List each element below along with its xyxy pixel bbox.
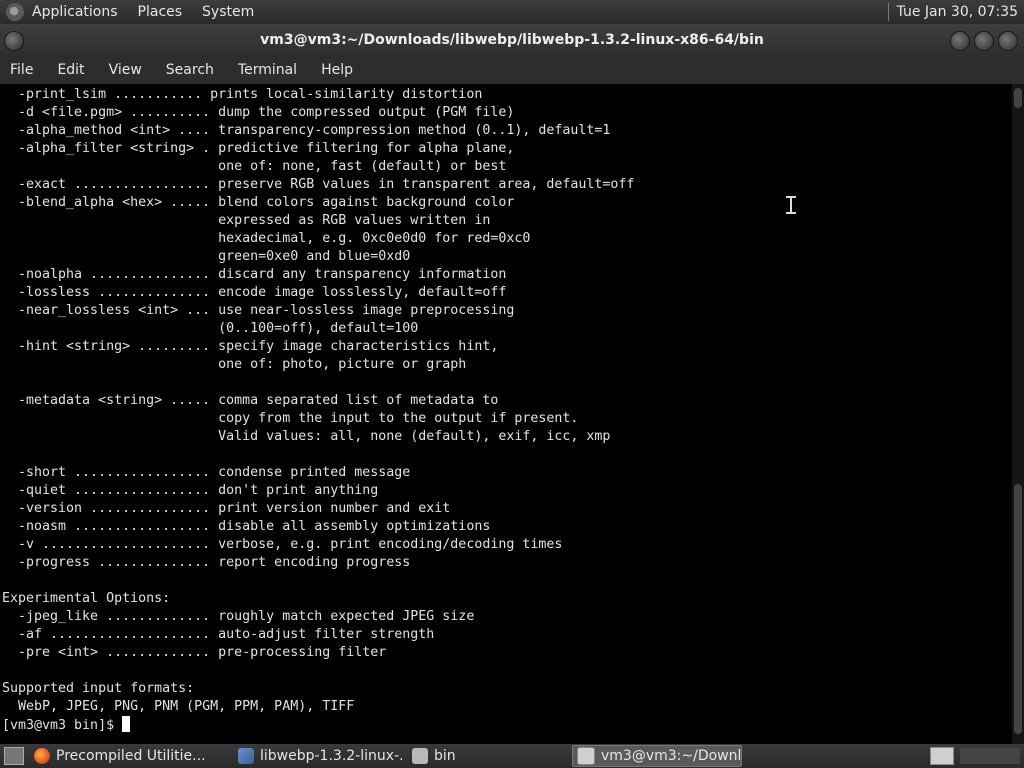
terminal-line: -lossless .............. encode image lo… bbox=[2, 285, 507, 300]
clock[interactable]: Tue Jan 30, 07:35 bbox=[897, 4, 1018, 20]
terminal-line: -exact ................. preserve RGB va… bbox=[2, 177, 635, 192]
terminal-line: -short ................. condense printe… bbox=[2, 465, 411, 480]
menu-help[interactable]: Help bbox=[321, 62, 353, 78]
scrollbar-top-handle[interactable] bbox=[1014, 88, 1022, 108]
terminal-line: -noalpha ............... discard any tra… bbox=[2, 267, 507, 282]
terminal-line: -quiet ................. don't print any… bbox=[2, 483, 379, 498]
terminal-line: -metadata <string> ..... comma separated… bbox=[2, 393, 499, 408]
task-folder-bin[interactable]: bin bbox=[408, 746, 566, 766]
scrollbar-thumb[interactable] bbox=[1014, 484, 1022, 734]
terminal-line: -noasm ................. disable all ass… bbox=[2, 519, 491, 534]
terminal-line: -d <file.pgm> .......... dump the compre… bbox=[2, 105, 515, 120]
distro-logo-icon[interactable] bbox=[6, 3, 24, 21]
terminal-output[interactable]: -print_lsim ........... prints local-sim… bbox=[0, 84, 1012, 744]
panel-separator bbox=[887, 3, 889, 21]
task-file-manager[interactable]: libwebp-1.3.2-linux-... bbox=[234, 746, 402, 766]
shell-prompt[interactable]: [vm3@vm3 bin]$ bbox=[2, 716, 131, 734]
terminal-line: -alpha_filter <string> . predictive filt… bbox=[2, 141, 515, 156]
terminal-line: expressed as RGB values written in bbox=[2, 213, 491, 228]
firefox-icon bbox=[34, 748, 50, 764]
terminal-line: -alpha_method <int> .... transparency-co… bbox=[2, 123, 611, 138]
terminal-line: -pre <int> ............. pre-processing … bbox=[2, 645, 387, 660]
terminal-line: -jpeg_like ............. roughly match e… bbox=[2, 609, 475, 624]
terminal-line: -v ..................... verbose, e.g. p… bbox=[2, 537, 563, 552]
terminal-line: Supported input formats: bbox=[2, 681, 195, 696]
terminal-cursor bbox=[122, 716, 131, 732]
task-terminal[interactable]: vm3@vm3:~/Downl... bbox=[572, 745, 742, 767]
menu-view[interactable]: View bbox=[109, 62, 142, 78]
terminal-line: Experimental Options: bbox=[2, 591, 171, 606]
top-panel: Applications Places System Tue Jan 30, 0… bbox=[0, 0, 1024, 24]
text-cursor-icon bbox=[786, 196, 796, 214]
terminal-line: -progress .............. report encoding… bbox=[2, 555, 411, 570]
terminal-line: one of: photo, picture or graph bbox=[2, 357, 467, 372]
window-title: vm3@vm3:~/Downloads/libwebp/libwebp-1.3.… bbox=[260, 32, 764, 48]
minimize-button[interactable] bbox=[950, 31, 970, 51]
menu-terminal[interactable]: Terminal bbox=[238, 62, 297, 78]
folder-icon bbox=[412, 748, 428, 764]
terminal-icon bbox=[577, 747, 595, 765]
prompt-text: [vm3@vm3 bin]$ bbox=[2, 718, 123, 733]
terminal-line: -version ............... print version n… bbox=[2, 501, 451, 516]
maximize-button[interactable] bbox=[974, 31, 994, 51]
file-manager-icon bbox=[238, 748, 254, 764]
terminal-line: hexadecimal, e.g. 0xc0e0d0 for red=0xc0 bbox=[2, 231, 531, 246]
task-firefox[interactable]: Precompiled Utilitie... bbox=[30, 746, 228, 766]
window-titlebar[interactable]: vm3@vm3:~/Downloads/libwebp/libwebp-1.3.… bbox=[0, 24, 1024, 56]
terminal-scrollbar[interactable] bbox=[1012, 84, 1024, 744]
workspace-switcher-icon[interactable] bbox=[930, 747, 954, 765]
terminal-line: -near_lossless <int> ... use near-lossle… bbox=[2, 303, 515, 318]
terminal-line: Valid values: all, none (default), exif,… bbox=[2, 429, 611, 444]
terminal-line: WebP, JPEG, PNG, PNM (PGM, PPM, PAM), TI… bbox=[2, 699, 355, 714]
menu-file[interactable]: File bbox=[10, 62, 33, 78]
menu-search[interactable]: Search bbox=[166, 62, 214, 78]
close-button[interactable] bbox=[998, 31, 1018, 51]
terminal-line: -hint <string> ......... specify image c… bbox=[2, 339, 499, 354]
places-menu[interactable]: Places bbox=[138, 4, 183, 20]
system-tray bbox=[960, 748, 1020, 764]
terminal-menubar: File Edit View Search Terminal Help bbox=[0, 56, 1024, 84]
task-label: vm3@vm3:~/Downl... bbox=[601, 748, 742, 764]
task-label: bin bbox=[434, 748, 456, 764]
task-label: Precompiled Utilitie... bbox=[56, 748, 206, 764]
menu-edit[interactable]: Edit bbox=[57, 62, 84, 78]
task-label: libwebp-1.3.2-linux-... bbox=[260, 748, 402, 764]
terminal-line: copy from the input to the output if pre… bbox=[2, 411, 579, 426]
terminal-line: -print_lsim ........... prints local-sim… bbox=[2, 87, 483, 102]
terminal-line: (0..100=off), default=100 bbox=[2, 321, 419, 336]
applications-menu[interactable]: Applications bbox=[32, 4, 118, 20]
terminal-line: -blend_alpha <hex> ..... blend colors ag… bbox=[2, 195, 515, 210]
bottom-taskbar: Precompiled Utilitie... libwebp-1.3.2-li… bbox=[0, 744, 1024, 768]
show-desktop-icon[interactable] bbox=[4, 747, 24, 765]
system-menu[interactable]: System bbox=[202, 4, 254, 20]
terminal-line: green=0xe0 and blue=0xd0 bbox=[2, 249, 411, 264]
terminal-line: -af .................... auto-adjust fil… bbox=[2, 627, 435, 642]
window-menu-button[interactable] bbox=[4, 31, 24, 51]
terminal-line: one of: none, fast (default) or best bbox=[2, 159, 507, 174]
